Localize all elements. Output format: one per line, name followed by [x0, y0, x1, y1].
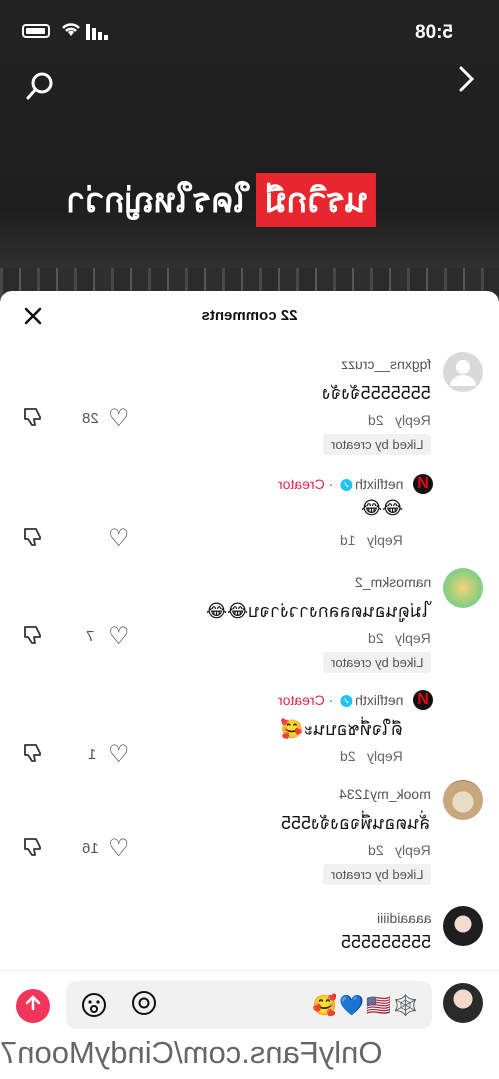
- comments-count-title: 22 comments: [201, 307, 298, 324]
- search-button[interactable]: [24, 70, 56, 110]
- comment-age: 2d: [339, 748, 356, 764]
- sheet-header: 22 comments: [0, 307, 499, 331]
- comment-username[interactable]: namoskm_2: [355, 574, 431, 590]
- avatar[interactable]: [443, 906, 483, 946]
- thumbs-down-icon: [24, 408, 41, 426]
- reply-button[interactable]: Reply: [395, 630, 431, 646]
- comment-username[interactable]: netflixth✓ · Creator: [278, 476, 403, 492]
- comment-username[interactable]: mook_my1234: [339, 786, 431, 802]
- comment-age: 2d: [367, 842, 384, 858]
- avatar[interactable]: N: [413, 474, 433, 494]
- like-button[interactable]: ♡: [108, 524, 130, 553]
- emoji-button[interactable]: [80, 991, 108, 1026]
- reply-button[interactable]: Reply: [367, 532, 403, 548]
- dislike-button[interactable]: [22, 836, 44, 864]
- like-button[interactable]: ♡: [108, 404, 130, 433]
- comment-username[interactable]: netflixth✓ · Creator: [278, 692, 403, 708]
- comments-list[interactable]: fqgxns__cruzz 5555555จังจัง 2d Reply Lik…: [0, 346, 499, 961]
- next-button[interactable]: [457, 64, 477, 103]
- chevron-right-icon: [459, 66, 475, 92]
- banner-text: ใครใหญ่กว่า: [66, 182, 251, 220]
- emoji-icon: [82, 993, 106, 1017]
- comment-text: ลั่นตอนพี่จองจัง555: [281, 813, 431, 833]
- creator-label: Creator: [277, 692, 325, 708]
- battery-icon: [22, 24, 50, 38]
- status-time: 5:08: [414, 22, 453, 43]
- comment-username[interactable]: fqgxns__cruzz: [341, 356, 431, 372]
- thumbs-down-icon: [24, 744, 41, 762]
- creator-label: Creator: [277, 476, 325, 492]
- arrow-up-icon: [25, 995, 41, 1011]
- thumbs-down-icon: [24, 838, 41, 856]
- comment-age: 2d: [367, 412, 384, 428]
- comment-input-bar: 🥰💙🇺🇸🕸️: [0, 970, 499, 1036]
- banner-highlight: นรวิกมี: [256, 173, 376, 227]
- thumbs-down-icon: [22, 960, 44, 961]
- default-avatar-icon: [450, 360, 476, 386]
- comments-sheet: 22 comments fqgxns__cruzz 5555555จังจัง …: [0, 291, 499, 1079]
- comment-text: 😂😂: [360, 498, 403, 518]
- my-avatar: [443, 983, 483, 1023]
- dislike-button[interactable]: [22, 624, 44, 652]
- like-count: 16: [82, 840, 99, 857]
- comment-meta: 2d Reply: [368, 630, 431, 646]
- comment-meta: 2d Reply: [368, 842, 431, 858]
- avatar[interactable]: N: [413, 690, 433, 710]
- send-button[interactable]: [16, 989, 50, 1023]
- search-icon: [26, 72, 53, 100]
- quick-emoji-bar[interactable]: 🥰💙🇺🇸🕸️: [312, 993, 420, 1018]
- comment-text: ไม่ดูนอนตลลกงาวง่าจบ😂😂: [206, 601, 431, 621]
- thumbs-down-icon: [24, 528, 41, 546]
- avatar[interactable]: [443, 780, 483, 820]
- verified-icon: ✓: [339, 479, 352, 492]
- like-count: 1: [88, 746, 97, 763]
- thumbs-down-icon: [24, 626, 41, 644]
- comment-text: ดีใจที่ชอบนะ🥰: [281, 719, 403, 739]
- like-button[interactable]: ♡: [108, 740, 130, 769]
- comment-username[interactable]: aaaaidiiii: [377, 910, 431, 926]
- dislike-button[interactable]: [22, 742, 44, 770]
- reply-button[interactable]: Reply: [395, 412, 431, 428]
- comment-input[interactable]: 🥰💙🇺🇸🕸️: [66, 981, 432, 1029]
- avatar[interactable]: [443, 352, 483, 392]
- like-count: 7: [86, 628, 95, 645]
- reply-button[interactable]: Reply: [395, 842, 431, 858]
- like-button[interactable]: ♡: [108, 622, 130, 651]
- liked-by-creator-badge: Liked by creator: [322, 434, 431, 455]
- verified-icon: ✓: [339, 695, 352, 708]
- like-button[interactable]: ♡: [108, 958, 130, 961]
- dislike-button[interactable]: [22, 526, 44, 554]
- dislike-button[interactable]: [22, 406, 44, 434]
- watermark: OnlyFans.com/CindyMoon7: [0, 1035, 499, 1079]
- liked-by-creator-badge: Liked by creator: [322, 864, 431, 885]
- comment-meta: 2d Reply: [340, 748, 403, 764]
- comment-meta: 2d Reply: [368, 412, 431, 428]
- wifi-icon: [60, 20, 82, 43]
- dislike-button[interactable]: [22, 960, 44, 961]
- signal-icon: [86, 24, 112, 40]
- comment-text: 555555555: [340, 932, 431, 952]
- avatar[interactable]: [443, 568, 483, 608]
- like-button[interactable]: ♡: [108, 834, 130, 863]
- comment-meta: 1d Reply: [340, 532, 403, 548]
- status-bar: 5:08: [0, 18, 499, 48]
- comment-text: 5555555จังจัง: [322, 383, 431, 403]
- reply-button[interactable]: Reply: [367, 748, 403, 764]
- liked-by-creator-badge: Liked by creator: [322, 652, 431, 673]
- like-count: 28: [82, 410, 99, 427]
- comment-age: 1d: [339, 532, 356, 548]
- video-banner: นรวิกมี ใครใหญ่กว่า: [66, 173, 376, 227]
- at-sign-icon: [132, 991, 156, 1015]
- mention-button[interactable]: [130, 989, 158, 1024]
- comment-age: 2d: [367, 630, 384, 646]
